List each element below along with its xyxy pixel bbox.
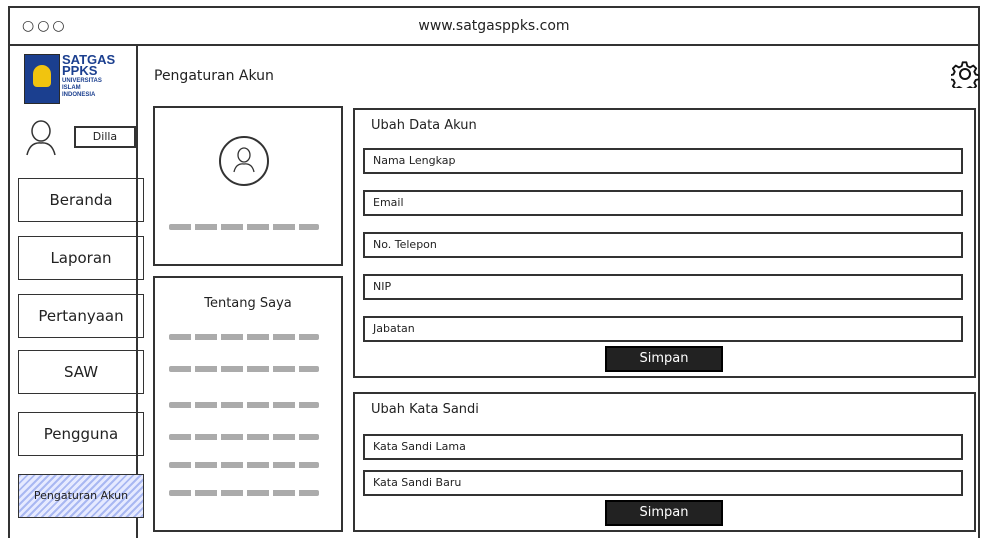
user-name[interactable]: Dilla [74, 126, 136, 148]
placeholder-text [169, 366, 319, 372]
sidebar-item-pengguna[interactable]: Pengguna [18, 412, 144, 456]
new-password-field[interactable]: Kata Sandi Baru [363, 470, 963, 496]
save-password-button[interactable]: Simpan [605, 500, 723, 526]
university-emblem [24, 54, 60, 104]
about-title: Tentang Saya [204, 296, 292, 311]
user-icon [233, 147, 255, 173]
placeholder-text [169, 462, 319, 468]
sidebar-item-laporan[interactable]: Laporan [18, 236, 144, 280]
profile-photo-panel [153, 106, 343, 266]
logo: SATGAS PPKS UNIVERSITAS ISLAM INDONESIA [18, 52, 138, 104]
placeholder-text [169, 490, 319, 496]
user-icon [26, 120, 56, 156]
phone-field[interactable]: No. Telepon [363, 232, 963, 258]
placeholder-text [169, 402, 319, 408]
browser-titlebar: ○○○ www.satgasppks.com [8, 6, 980, 46]
full-name-field[interactable]: Nama Lengkap [363, 148, 963, 174]
placeholder-text [169, 224, 319, 230]
account-data-panel: Ubah Data Akun Nama Lengkap Email No. Te… [353, 108, 976, 378]
account-form-title: Ubah Data Akun [371, 118, 477, 133]
address-bar[interactable]: www.satgasppks.com [10, 18, 978, 34]
logo-sub-line1: UNIVERSITAS [62, 78, 102, 84]
placeholder-text [169, 334, 319, 340]
avatar[interactable] [219, 136, 269, 186]
logo-sub-line3: INDONESIA [62, 92, 96, 98]
email-field[interactable]: Email [363, 190, 963, 216]
save-account-button[interactable]: Simpan [605, 346, 723, 372]
old-password-field[interactable]: Kata Sandi Lama [363, 434, 963, 460]
password-panel: Ubah Kata Sandi Kata Sandi Lama Kata San… [353, 392, 976, 532]
user-profile: Dilla [20, 118, 140, 158]
sidebar-item-pertanyaan[interactable]: Pertanyaan [18, 294, 144, 338]
password-form-title: Ubah Kata Sandi [371, 402, 479, 417]
position-field[interactable]: Jabatan [363, 316, 963, 342]
sidebar-item-beranda[interactable]: Beranda [18, 178, 144, 222]
sidebar: SATGAS PPKS UNIVERSITAS ISLAM INDONESIA … [8, 44, 144, 538]
sidebar-item-pengaturan-akun[interactable]: Pengaturan Akun [18, 474, 144, 518]
about-panel: Tentang Saya [153, 276, 343, 532]
placeholder-text [169, 434, 319, 440]
gear-icon[interactable] [951, 60, 979, 88]
page-title: Pengaturan Akun [154, 68, 274, 84]
logo-sub-line2: ISLAM [62, 85, 81, 91]
sidebar-item-saw[interactable]: SAW [18, 350, 144, 394]
nip-field[interactable]: NIP [363, 274, 963, 300]
